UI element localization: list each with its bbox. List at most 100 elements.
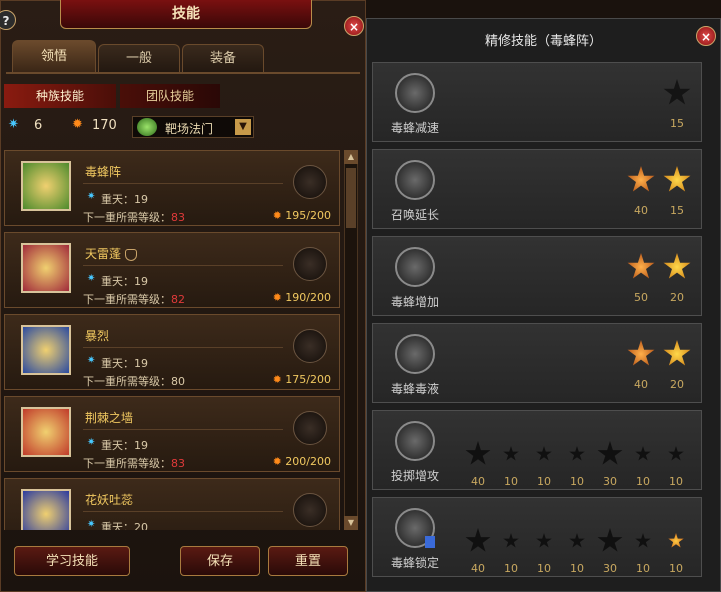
skill-name: 荆棘之墙	[85, 411, 134, 425]
skill-icon	[395, 73, 435, 113]
tab-divider	[6, 72, 360, 74]
refine-star[interactable]	[663, 340, 691, 366]
refine-label: 毒蜂毒液	[391, 382, 440, 396]
refine-star[interactable]	[597, 528, 623, 552]
star-cost: 20	[670, 291, 684, 304]
flame-icon: ✹	[272, 373, 282, 386]
shield-icon	[125, 248, 138, 261]
refine-label: 投掷增攻	[391, 469, 440, 483]
learn-skill-button[interactable]: 学习技能	[14, 546, 130, 576]
skill-slot[interactable]	[293, 493, 327, 527]
divider	[83, 429, 283, 430]
skill-list: 毒蜂阵 ✷ 重天：19 下一重所需等级：83 ✹ 195/200 天雷蓬 ✷ 重天：19 下一重…	[4, 150, 340, 530]
refine-star[interactable]	[597, 441, 623, 465]
skill-layer: 重天：20	[101, 521, 148, 530]
skill-name: 天雷蓬	[85, 245, 138, 262]
divider	[83, 183, 283, 184]
next-level-requirement: 下一重所需等级：83	[83, 457, 185, 470]
skill-card[interactable]: 天雷蓬 ✷ 重天：19 下一重所需等级：82 ✹ 190/200	[4, 232, 340, 308]
star-cost: 10	[570, 475, 584, 488]
refine-row[interactable]: 毒蜂毒液 40 20	[372, 323, 702, 403]
close-button[interactable]: ×	[344, 16, 364, 36]
reset-button[interactable]: 重置	[268, 546, 348, 576]
skill-layer: 重天：19	[101, 275, 148, 288]
refine-row[interactable]: 毒蜂减速 15	[372, 62, 702, 142]
refine-star[interactable]	[627, 253, 655, 279]
chevron-down-icon[interactable]: ▼	[235, 119, 251, 135]
skill-select[interactable]: 靶场法门 ▼	[132, 116, 254, 138]
tab-lingwu[interactable]: 领悟	[12, 40, 96, 72]
refine-star[interactable]	[663, 253, 691, 279]
star-cost: 10	[504, 562, 518, 575]
skill-icon	[21, 325, 71, 375]
skill-name: 花妖吐蕊	[85, 493, 134, 507]
skill-card[interactable]: 毒蜂阵 ✷ 重天：19 下一重所需等级：83 ✹ 195/200	[4, 150, 340, 226]
refine-star[interactable]	[536, 446, 552, 461]
skill-slot[interactable]	[293, 165, 327, 199]
skill-card[interactable]: 暴烈 ✷ 重天：19 下一重所需等级：80 ✹ 175/200	[4, 314, 340, 390]
refine-star[interactable]	[536, 533, 552, 548]
refine-row[interactable]: 毒蜂增加 50 20	[372, 236, 702, 316]
refine-star[interactable]	[503, 446, 519, 461]
star-icon: ✷	[87, 191, 96, 202]
skill-slot[interactable]	[293, 329, 327, 363]
skill-icon	[395, 247, 435, 287]
skill-layer: 重天：19	[101, 357, 148, 370]
leaf-icon	[137, 118, 157, 136]
scroll-up-icon[interactable]: ▲	[344, 150, 358, 164]
refine-star[interactable]	[627, 340, 655, 366]
star-cost: 50	[634, 291, 648, 304]
star-cost: 10	[636, 475, 650, 488]
star-icon: ✷	[87, 355, 96, 366]
refine-star[interactable]	[627, 166, 655, 192]
refine-star[interactable]	[569, 533, 585, 548]
refine-row[interactable]: 毒蜂锁定 40 10 10 10 30 10 10	[372, 497, 702, 577]
refine-star[interactable]	[668, 533, 684, 548]
refine-star[interactable]	[668, 446, 684, 461]
scroll-down-icon[interactable]: ▼	[344, 516, 358, 530]
next-level-requirement: 下一重所需等级：80	[83, 375, 185, 388]
star-cost: 30	[603, 562, 617, 575]
skill-icon	[395, 334, 435, 374]
refine-star[interactable]	[569, 446, 585, 461]
star-cost: 15	[670, 204, 684, 217]
refine-star[interactable]	[465, 441, 491, 465]
subtab-team-skills[interactable]: 团队技能	[120, 84, 220, 108]
skill-icon	[395, 421, 435, 461]
skill-icon	[21, 407, 71, 457]
refine-title: 精修技能（毒蜂阵）	[484, 34, 602, 49]
skill-card[interactable]: 花妖吐蕊 ✷ 重天：20	[4, 478, 340, 530]
refine-label: 毒蜂锁定	[391, 556, 440, 570]
skill-icon	[21, 243, 71, 293]
skill-slot[interactable]	[293, 411, 327, 445]
flame-icon: ✹	[272, 291, 282, 304]
star-icon: ✷	[87, 437, 96, 448]
tab-yiban[interactable]: 一般	[98, 44, 180, 72]
subtab-race-skills[interactable]: 种族技能	[4, 84, 116, 108]
skill-name: 毒蜂阵	[85, 165, 122, 179]
refine-star[interactable]	[663, 79, 691, 105]
refine-close-button[interactable]: ×	[696, 26, 716, 46]
refine-star[interactable]	[465, 528, 491, 552]
refine-star[interactable]	[663, 166, 691, 192]
star-cost: 10	[636, 562, 650, 575]
scroll-thumb[interactable]	[346, 168, 356, 228]
divider	[83, 347, 283, 348]
next-level-requirement: 下一重所需等级：83	[83, 211, 185, 224]
tab-zhuangbei[interactable]: 装备	[182, 44, 264, 72]
skill-select-label: 靶场法门	[165, 122, 214, 136]
refine-row[interactable]: 召唤延长 40 15	[372, 149, 702, 229]
skill-point-icon: ✷	[8, 117, 19, 132]
star-cost: 40	[634, 378, 648, 391]
refine-star[interactable]	[503, 533, 519, 548]
star-icon: ✷	[87, 273, 96, 284]
window-title: 技能	[60, 0, 312, 29]
refine-star[interactable]	[635, 446, 651, 461]
save-button[interactable]: 保存	[180, 546, 260, 576]
skill-card[interactable]: 荆棘之墙 ✷ 重天：19 下一重所需等级：83 ✹ 200/200	[4, 396, 340, 472]
skill-progress: ✹ 195/200	[272, 209, 331, 222]
refine-row[interactable]: 投掷增攻 40 10 10 10 30 10 10	[372, 410, 702, 490]
refine-star[interactable]	[635, 533, 651, 548]
skill-progress: ✹ 175/200	[272, 373, 331, 386]
skill-slot[interactable]	[293, 247, 327, 281]
